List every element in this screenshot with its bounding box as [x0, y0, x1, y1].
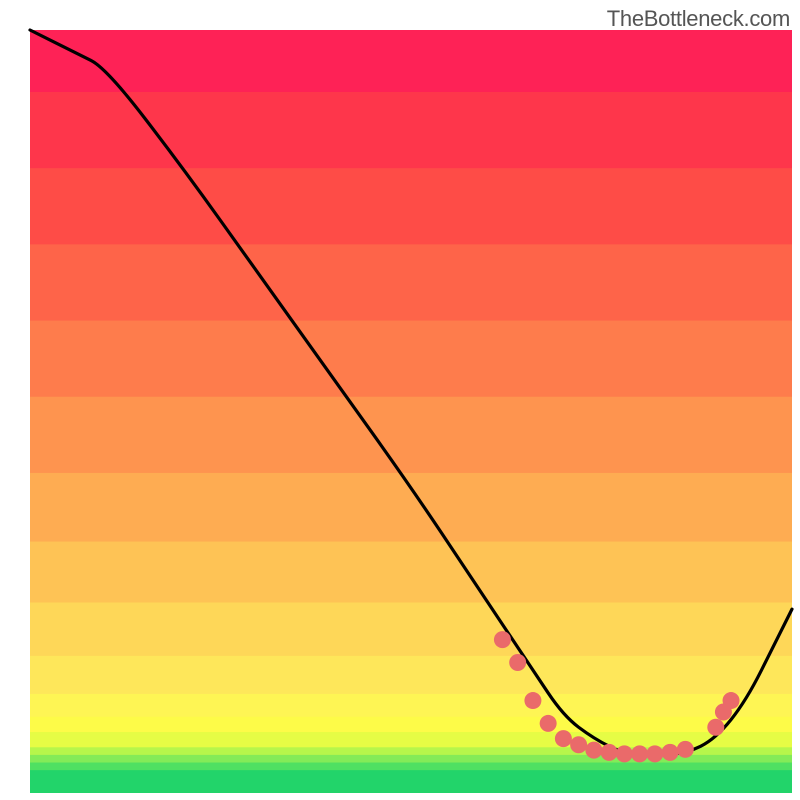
data-dot — [646, 745, 663, 762]
gradient-band — [30, 243, 792, 320]
chart-container: TheBottleneck.com — [0, 0, 800, 800]
gradient-band — [30, 91, 792, 168]
data-dot — [677, 741, 694, 758]
data-dot — [723, 692, 740, 709]
gradient-band — [30, 396, 792, 473]
gradient-band — [30, 731, 792, 747]
data-dot — [509, 654, 526, 671]
gradient-band — [30, 472, 792, 542]
data-dot — [662, 744, 679, 761]
data-dot — [494, 631, 511, 648]
data-dot — [616, 745, 633, 762]
gradient-band — [30, 602, 792, 656]
watermark-label: TheBottleneck.com — [607, 6, 790, 32]
data-dot — [555, 730, 572, 747]
gradient-band — [30, 30, 792, 92]
gradient-band — [30, 541, 792, 603]
gradient-band — [30, 762, 792, 771]
data-dot — [540, 715, 557, 732]
data-dot — [585, 742, 602, 759]
gradient-band — [30, 167, 792, 244]
data-dot — [707, 719, 724, 736]
bottleneck-chart — [0, 0, 800, 800]
data-dot — [570, 736, 587, 753]
data-dot — [524, 692, 541, 709]
gradient-band — [30, 320, 792, 397]
gradient-band — [30, 769, 792, 793]
data-dot — [601, 744, 618, 761]
gradient-band — [30, 655, 792, 694]
gradient-band — [30, 716, 792, 732]
gradient-band — [30, 693, 792, 717]
gradient-background — [30, 30, 792, 793]
data-dot — [631, 745, 648, 762]
